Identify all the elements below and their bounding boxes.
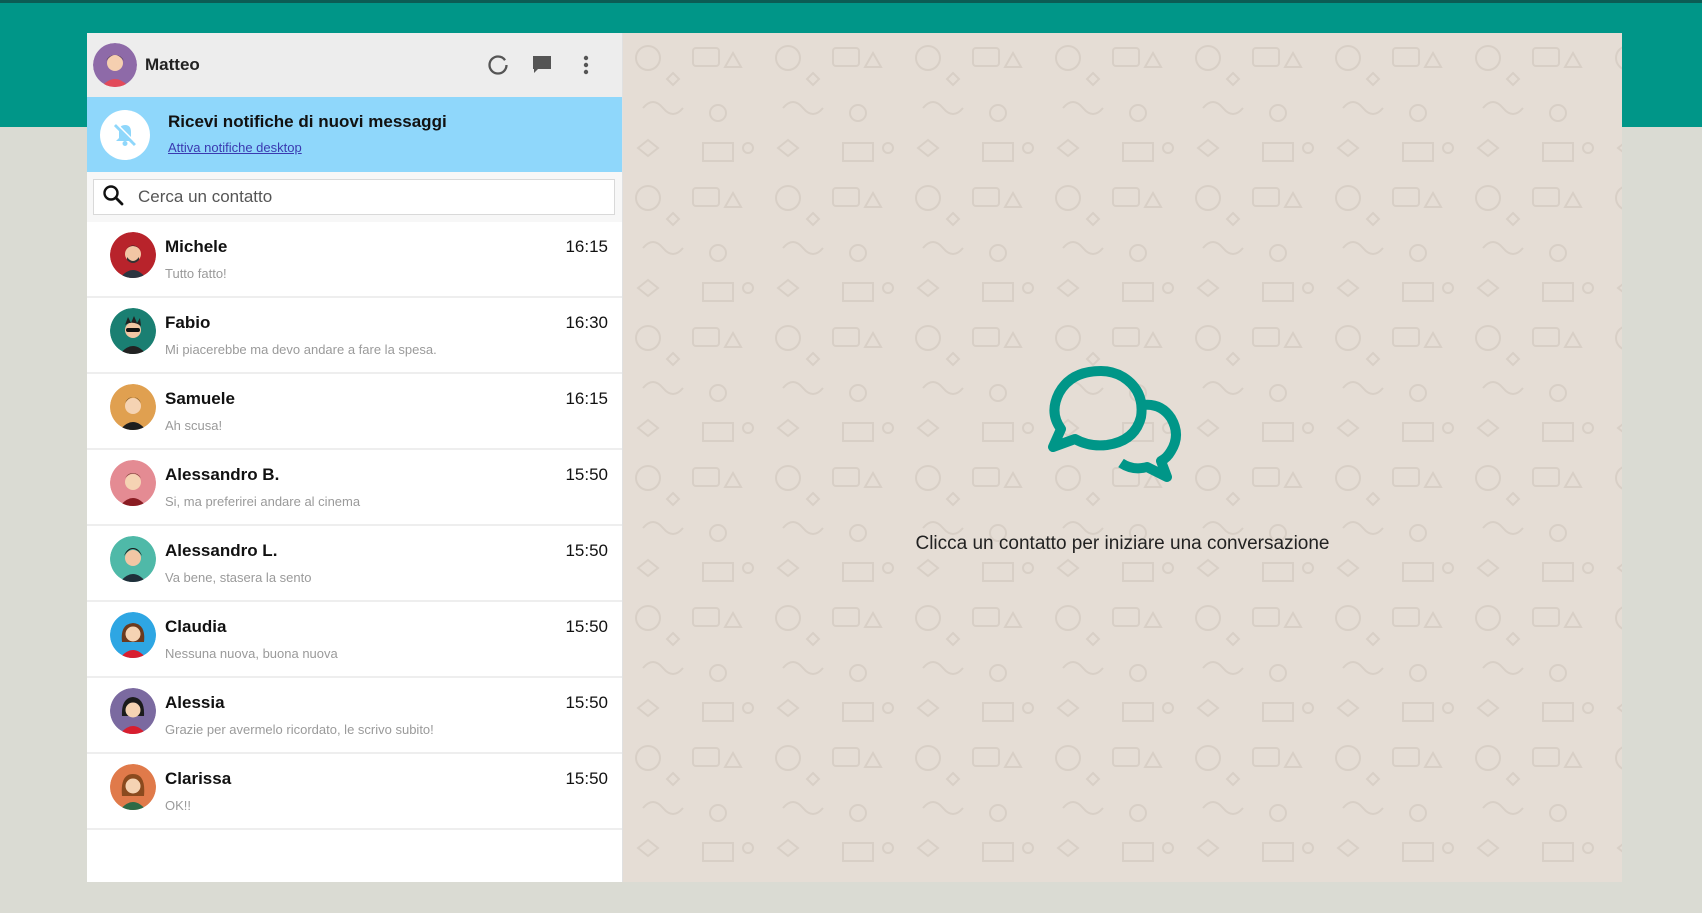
search-input[interactable] <box>138 187 578 207</box>
user-name: Matteo <box>145 55 200 74</box>
contact-name: Claudia <box>165 617 227 636</box>
contact-avatar <box>110 536 156 582</box>
contact-avatar <box>110 764 156 810</box>
contact-last-message: Mi piacerebbe ma devo andare a fare la s… <box>165 342 437 357</box>
contact-row[interactable]: Alessandro L. Va bene, stasera la sento … <box>87 526 622 602</box>
contact-time: 15:50 <box>565 541 608 560</box>
contact-row[interactable]: Alessandro B. Si, ma preferirei andare a… <box>87 450 622 526</box>
search-bar <box>87 172 622 222</box>
contact-name: Fabio <box>165 313 211 332</box>
contact-last-message: Ah scusa! <box>165 418 223 433</box>
contact-row[interactable]: Alessia Grazie per avermelo ricordato, l… <box>87 678 622 754</box>
contact-row[interactable]: Clarissa OK!! 15:50 <box>87 754 622 830</box>
contact-list: Michele Tutto fatto! 16:15 Fabio Mi piac… <box>87 222 622 882</box>
notification-title: Ricevi notifiche di nuovi messaggi <box>168 112 447 131</box>
app-window: Matteo Ricevi notifiche di nuovi messagg… <box>87 33 1622 882</box>
sidebar: Matteo Ricevi notifiche di nuovi messagg… <box>87 33 623 882</box>
user-avatar[interactable] <box>93 43 137 87</box>
contact-last-message: OK!! <box>165 798 192 813</box>
contact-last-message: Nessuna nuova, buona nuova <box>165 646 338 661</box>
notification-banner: Ricevi notifiche di nuovi messaggi Attiv… <box>87 97 622 172</box>
contact-time: 15:50 <box>565 769 608 788</box>
contact-time: 16:30 <box>565 313 608 332</box>
contact-avatar <box>110 688 156 734</box>
contact-last-message: Si, ma preferirei andare al cinema <box>165 494 361 509</box>
chat-bubbles-icon <box>1043 363 1203 493</box>
bell-off-icon <box>100 109 150 160</box>
contact-time: 15:50 <box>565 693 608 712</box>
contact-name: Clarissa <box>165 769 232 788</box>
contact-last-message: Va bene, stasera la sento <box>165 570 312 585</box>
contact-time: 16:15 <box>565 237 608 256</box>
search-icon <box>102 184 124 211</box>
menu-icon[interactable] <box>568 47 604 83</box>
contact-last-message: Tutto fatto! <box>165 266 227 281</box>
status-icon[interactable] <box>480 47 516 83</box>
contact-name: Michele <box>165 237 228 256</box>
contact-avatar <box>110 308 156 354</box>
contact-name: Alessandro L. <box>165 541 278 560</box>
contact-last-message: Grazie per avermelo ricordato, le scrivo… <box>165 722 434 737</box>
empty-state-text: Clicca un contatto per iniziare una conv… <box>915 533 1330 554</box>
conversation-pane: Clicca un contatto per iniziare una conv… <box>623 33 1622 882</box>
contact-name: Alessandro B. <box>165 465 280 484</box>
sidebar-header: Matteo <box>87 33 622 97</box>
contact-avatar <box>110 384 156 430</box>
empty-state: Clicca un contatto per iniziare una conv… <box>623 363 1622 555</box>
contact-name: Samuele <box>165 389 235 408</box>
contact-row[interactable]: Fabio Mi piacerebbe ma devo andare a far… <box>87 298 622 374</box>
contact-row[interactable]: Michele Tutto fatto! 16:15 <box>87 222 622 298</box>
contact-avatar <box>110 612 156 658</box>
contact-avatar <box>110 232 156 278</box>
new-chat-icon[interactable] <box>524 47 560 83</box>
enable-notifications-link[interactable]: Attiva notifiche desktop <box>168 140 302 155</box>
contact-time: 16:15 <box>565 389 608 408</box>
contact-time: 15:50 <box>565 465 608 484</box>
contact-name: Alessia <box>165 693 225 712</box>
contact-row[interactable]: Claudia Nessuna nuova, buona nuova 15:50 <box>87 602 622 678</box>
search-box <box>93 179 615 215</box>
contact-row[interactable]: Samuele Ah scusa! 16:15 <box>87 374 622 450</box>
contact-time: 15:50 <box>565 617 608 636</box>
contact-avatar <box>110 460 156 506</box>
